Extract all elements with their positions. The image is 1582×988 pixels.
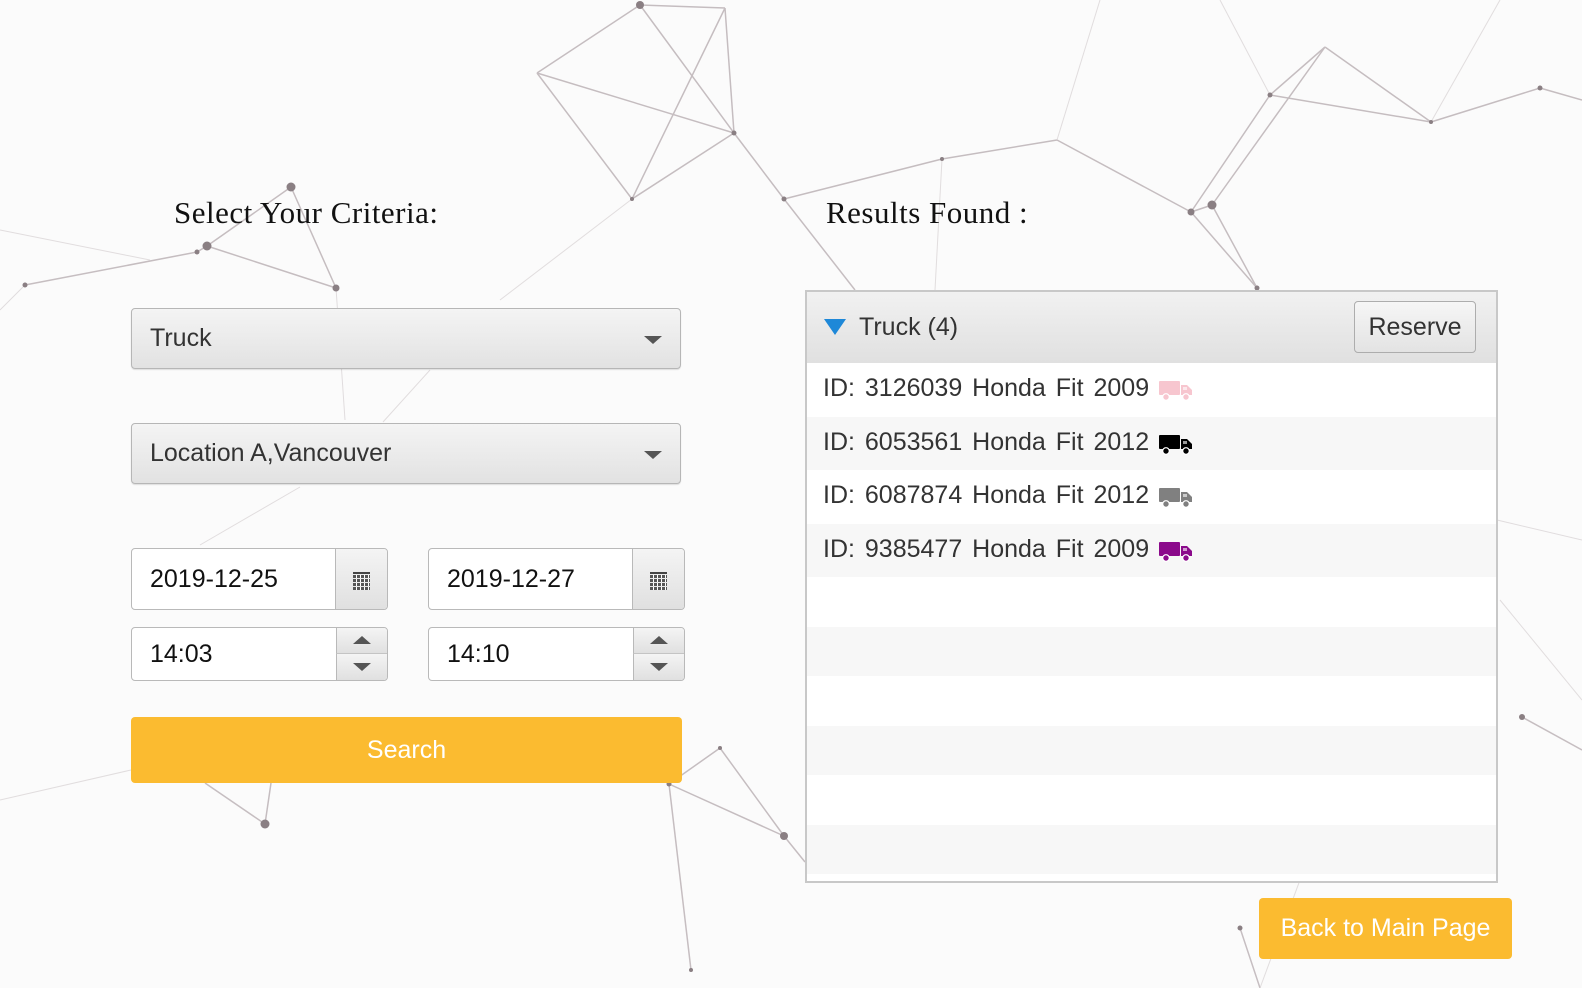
end-date-value: 2019-12-27 [447,565,575,593]
list-item[interactable]: ID: 3126039 Honda Fit 2009 [807,363,1496,417]
back-to-main-button[interactable]: Back to Main Page [1259,898,1512,959]
list-item[interactable]: ID: 6087874 Honda Fit 2012 [807,470,1496,524]
chevron-down-icon [644,336,662,344]
arrow-up-icon [353,636,371,644]
vehicle-type-select[interactable]: Truck [131,308,681,369]
arrow-down-icon [353,663,371,671]
results-group-label: Truck (4) [859,313,959,341]
vehicle-label: ID: 6053561 Honda Fit 2012 [823,427,1150,456]
vehicle-label: ID: 3126039 Honda Fit 2009 [823,374,1150,402]
vehicle-type-value: Truck [150,324,212,352]
empty-row [807,626,1496,676]
vehicle-label: ID: 6087874 Honda Fit 2012 [823,481,1150,509]
results-heading: Results Found : [826,195,1029,230]
start-time-value: 14:03 [150,640,213,668]
truck-icon [1159,488,1192,508]
truck-icon [1159,541,1192,562]
results-list: ID: 3126039 Honda Fit 2009 ID: 6053561 H… [807,363,1496,874]
calendar-icon [650,572,667,590]
vehicle-label: ID: 9385477 Honda Fit 2009 [823,534,1150,563]
calendar-icon [353,572,370,590]
location-select[interactable]: Location A,Vancouver [131,423,681,484]
chevron-down-icon [644,451,662,459]
end-time-spinner[interactable]: 14:10 [428,627,685,681]
start-date-value: 2019-12-25 [150,565,278,593]
disclosure-triangle-icon[interactable] [824,319,846,335]
start-date-picker[interactable]: 2019-12-25 [131,548,388,610]
end-time-increment-button[interactable] [633,628,684,654]
empty-row [807,775,1496,825]
start-time-spinner[interactable]: 14:03 [131,627,388,681]
start-date-calendar-button[interactable] [335,549,387,609]
arrow-down-icon [650,663,668,671]
results-tree[interactable]: Truck (4) Reserve ID: 3126039 Honda Fit … [805,290,1498,883]
list-item[interactable]: ID: 9385477 Honda Fit 2009 [807,523,1496,577]
end-time-decrement-button[interactable] [633,654,684,680]
empty-row [807,725,1496,775]
truck-icon [1159,434,1192,455]
list-item[interactable]: ID: 6053561 Honda Fit 2012 [807,416,1496,470]
search-button[interactable]: Search [131,717,682,783]
start-time-increment-button[interactable] [336,628,387,654]
end-time-value: 14:10 [447,640,510,668]
location-value: Location A,Vancouver [150,439,392,467]
empty-row [807,824,1496,874]
criteria-heading: Select Your Criteria: [174,195,439,230]
truck-icon [1159,381,1192,401]
start-time-decrement-button[interactable] [336,654,387,680]
end-date-picker[interactable]: 2019-12-27 [428,548,685,610]
results-group-header[interactable]: Truck (4) Reserve [807,292,1496,364]
arrow-up-icon [650,636,668,644]
empty-row [807,676,1496,726]
reserve-button[interactable]: Reserve [1354,301,1476,353]
empty-row [807,577,1496,627]
end-date-calendar-button[interactable] [632,549,684,609]
